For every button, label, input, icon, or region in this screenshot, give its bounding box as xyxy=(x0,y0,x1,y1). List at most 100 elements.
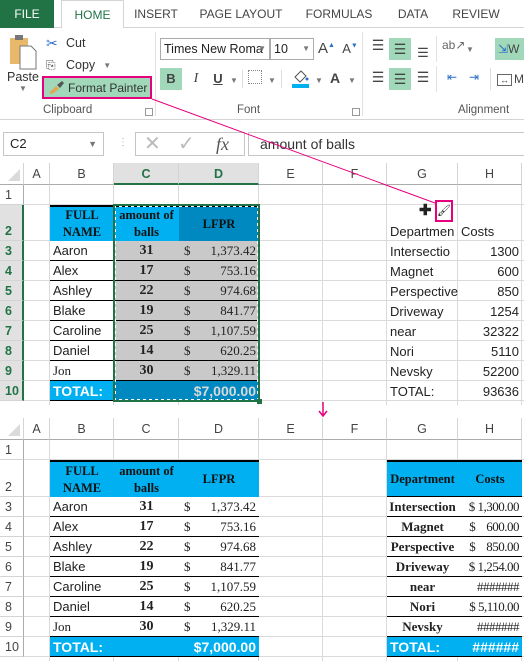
font-launcher-icon[interactable] xyxy=(352,108,360,116)
department-cell[interactable]: Perspective xyxy=(387,281,458,301)
department-cell[interactable]: Intersectio xyxy=(387,241,458,261)
department-cell[interactable]: Nevsky xyxy=(387,361,458,381)
lfpr-cell[interactable]: $974.68 xyxy=(179,281,259,301)
underline-button[interactable]: U xyxy=(210,68,226,90)
name-cell[interactable]: Aaron xyxy=(50,497,114,517)
merge-center-button[interactable]: ↔ M xyxy=(497,68,524,90)
cost-cell[interactable]: 52200 xyxy=(458,361,522,381)
format-painter-button[interactable]: Format Painter xyxy=(42,76,152,99)
row-header-5[interactable]: 5 xyxy=(0,537,24,557)
tab-data[interactable]: DATA xyxy=(388,0,438,28)
name-cell[interactable]: Alex xyxy=(50,261,114,281)
lfpr-cell[interactable]: $841.77 xyxy=(179,557,259,577)
department-cell[interactable]: Driveway xyxy=(387,557,458,577)
department-cell[interactable]: Nevsky xyxy=(387,617,458,637)
row-header-2[interactable]: 2 xyxy=(0,205,24,241)
department-cell[interactable]: Driveway xyxy=(387,301,458,321)
cost-cell[interactable]: 1300 xyxy=(458,241,522,261)
bold-button[interactable]: B xyxy=(160,68,182,90)
row-header-9[interactable]: 9 xyxy=(0,617,24,637)
name-cell[interactable]: Ashley xyxy=(50,281,114,301)
wrap-text-button[interactable]: ⇲W xyxy=(495,38,524,60)
row-header-1[interactable]: 1 xyxy=(0,185,24,205)
balls-cell[interactable]: 19 xyxy=(114,301,179,321)
formula-input[interactable]: amount of balls xyxy=(248,132,524,156)
font-color-button[interactable]: A xyxy=(328,70,342,86)
select-all-corner[interactable] xyxy=(0,418,24,440)
grow-font-button[interactable]: A▲ xyxy=(318,40,335,57)
cost-cell[interactable]: 850 xyxy=(458,281,522,301)
clipboard-launcher-icon[interactable] xyxy=(145,108,153,116)
lfpr-cell[interactable]: $974.68 xyxy=(179,537,259,557)
row-header-3[interactable]: 3 xyxy=(0,241,24,261)
row-header-7[interactable]: 7 xyxy=(0,321,24,341)
name-cell[interactable]: Alex xyxy=(50,517,114,537)
balls-cell[interactable]: 30 xyxy=(114,361,179,381)
column-header-h[interactable]: H xyxy=(458,163,522,185)
cost-cell[interactable]: $ 5,110.00 xyxy=(458,597,522,617)
column-header-c[interactable]: C xyxy=(114,163,179,185)
balls-cell[interactable]: 14 xyxy=(114,341,179,361)
bottom-align-button[interactable]: ☰ xyxy=(413,40,433,60)
column-header-f[interactable]: F xyxy=(323,418,387,440)
fill-color-button[interactable] xyxy=(292,68,310,88)
cut-button[interactable]: ✂ Cut xyxy=(46,34,85,52)
balls-cell[interactable]: 31 xyxy=(114,497,179,517)
department-cell[interactable]: Nori xyxy=(387,597,458,617)
cost-cell[interactable]: $ 1,300.00 xyxy=(458,497,522,517)
lfpr-cell[interactable]: $753.16 xyxy=(179,261,259,281)
balls-cell[interactable]: 14 xyxy=(114,597,179,617)
tab-file[interactable]: FILE xyxy=(0,0,54,28)
name-cell[interactable]: Daniel xyxy=(50,597,114,617)
balls-cell[interactable]: 30 xyxy=(114,617,179,637)
align-left-button[interactable]: ☰ xyxy=(368,69,388,89)
select-all-corner[interactable] xyxy=(0,163,24,185)
row-header-6[interactable]: 6 xyxy=(0,301,24,321)
column-header-a[interactable]: A xyxy=(24,163,50,185)
orientation-dropdown-icon[interactable]: ▼ xyxy=(466,45,474,54)
lfpr-cell[interactable]: $1,329.11 xyxy=(179,361,259,381)
lfpr-cell[interactable]: $841.77 xyxy=(179,301,259,321)
align-center-button[interactable]: ☰ xyxy=(389,68,411,90)
tab-home[interactable]: HOME xyxy=(61,0,124,29)
fill-handle[interactable] xyxy=(257,399,262,404)
enter-icon[interactable]: ✓ xyxy=(178,133,195,155)
row-header-9[interactable]: 9 xyxy=(0,361,24,381)
balls-cell[interactable]: 22 xyxy=(114,281,179,301)
cost-cell[interactable]: ####### xyxy=(458,577,522,597)
row-header-6[interactable]: 6 xyxy=(0,557,24,577)
copy-dropdown-icon[interactable]: ▼ xyxy=(103,61,111,70)
balls-cell[interactable]: 19 xyxy=(114,557,179,577)
align-right-button[interactable]: ☰ xyxy=(413,69,433,89)
name-cell[interactable]: Caroline xyxy=(50,321,114,341)
department-cell[interactable]: near xyxy=(387,321,458,341)
cancel-icon[interactable]: ✕ xyxy=(144,133,161,155)
fill-color-dropdown-icon[interactable]: ▼ xyxy=(315,76,323,85)
balls-cell[interactable]: 25 xyxy=(114,577,179,597)
middle-align-button[interactable]: ☰ xyxy=(389,38,411,60)
formula-bar-grip-icon[interactable]: ⋮ xyxy=(118,137,128,148)
paste-button[interactable]: Paste ▼ xyxy=(6,34,40,98)
top-align-button[interactable]: ☰ xyxy=(368,38,388,58)
row-header-5[interactable]: 5 xyxy=(0,281,24,301)
shrink-font-button[interactable]: A▼ xyxy=(342,41,358,56)
lfpr-cell[interactable]: $620.25 xyxy=(179,341,259,361)
column-header-d[interactable]: D xyxy=(179,163,259,185)
cost-cell[interactable]: $ 850.00 xyxy=(458,537,522,557)
column-header-e[interactable]: E xyxy=(259,163,323,185)
lfpr-cell[interactable]: $1,373.42 xyxy=(179,241,259,261)
department-cell[interactable]: Magnet xyxy=(387,517,458,537)
borders-dropdown-icon[interactable]: ▼ xyxy=(268,76,276,85)
font-size-select[interactable]: 10 ▼ xyxy=(270,38,314,60)
font-name-select[interactable]: Times New Roma ▼ xyxy=(160,38,270,60)
chevron-down-icon[interactable]: ▼ xyxy=(88,133,97,155)
name-cell[interactable]: Jon xyxy=(50,617,114,637)
cost-cell[interactable]: ####### xyxy=(458,617,522,637)
cost-cell[interactable]: 5110 xyxy=(458,341,522,361)
lfpr-cell[interactable]: $1,107.59 xyxy=(179,577,259,597)
underline-dropdown-icon[interactable]: ▼ xyxy=(230,76,238,85)
column-header-d[interactable]: D xyxy=(179,418,259,440)
balls-cell[interactable]: 17 xyxy=(114,261,179,281)
row-header-10[interactable]: 10 xyxy=(0,381,24,401)
balls-cell[interactable]: 31 xyxy=(114,241,179,261)
